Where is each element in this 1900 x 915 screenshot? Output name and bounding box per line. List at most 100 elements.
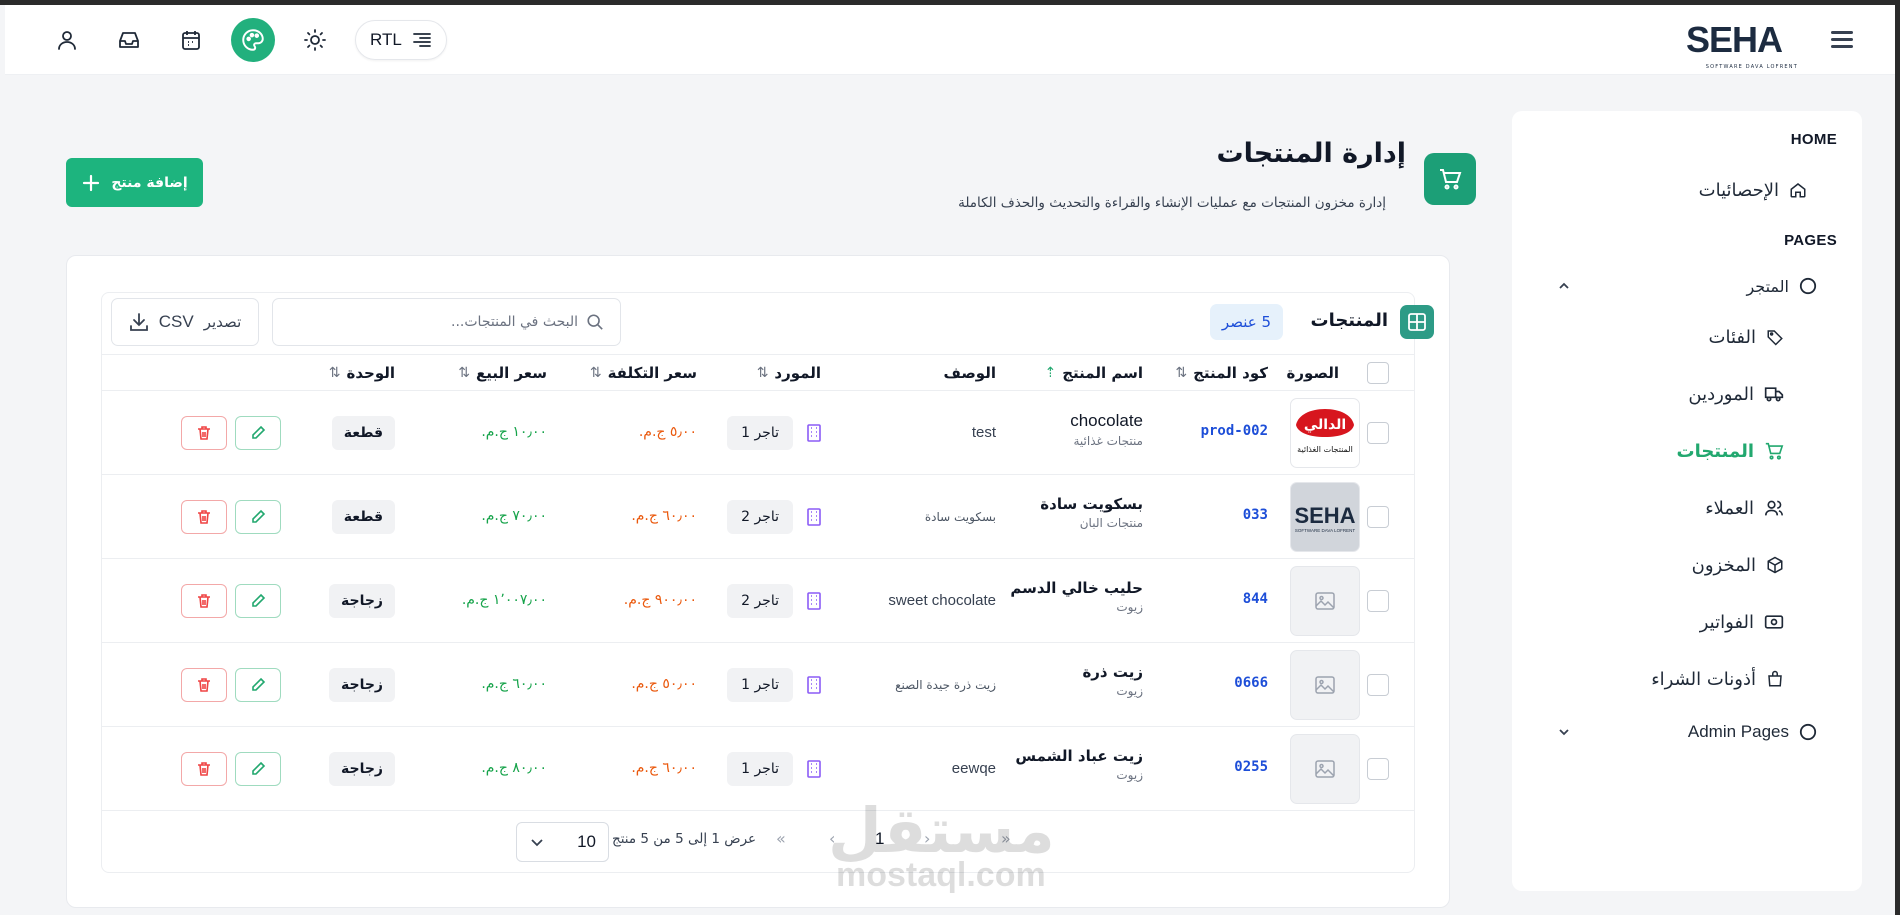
- sidebar-item-label: المتجر: [1746, 276, 1789, 296]
- placeholder-image-icon: [1315, 592, 1335, 610]
- pencil-icon: [252, 593, 266, 607]
- rtl-toggle-button[interactable]: RTL: [355, 20, 447, 60]
- export-csv-button[interactable]: تصدير CSV: [111, 298, 259, 346]
- first-page-icon[interactable]: «: [1001, 829, 1011, 848]
- sort-icon: ⇅: [1175, 365, 1188, 381]
- sidebar-item-statistics[interactable]: الإحصائيات: [1699, 175, 1807, 205]
- brand-logo[interactable]: SEHA SOFTWARE DAVA LOFRENT: [1686, 17, 1800, 70]
- sale-price: ١٬٠٠٧٫٠٠ ج.م.: [461, 592, 547, 608]
- circle-icon: [1799, 277, 1817, 295]
- search-box[interactable]: [272, 298, 621, 346]
- home-icon: [1790, 183, 1806, 198]
- product-code-link[interactable]: 0255: [1234, 759, 1268, 775]
- select-all-checkbox[interactable]: [1367, 362, 1389, 384]
- chevron-down-icon: [531, 839, 543, 847]
- product-name: chocolate: [1070, 411, 1143, 430]
- column-header-code[interactable]: كود المنتج ⇅: [1175, 364, 1268, 382]
- building-icon: [807, 592, 821, 610]
- sidebar-item-inventory[interactable]: المخزون: [1692, 550, 1784, 580]
- column-header-cost[interactable]: سعر التكلفة ⇅: [590, 364, 697, 382]
- product-name: زيت عباد الشمس: [1015, 747, 1143, 765]
- product-name: بسكويت سادة: [1040, 495, 1143, 513]
- next-page-icon[interactable]: ›: [829, 829, 835, 848]
- last-page-icon[interactable]: »: [776, 829, 786, 848]
- sidebar-item-store[interactable]: المتجر: [1746, 271, 1817, 301]
- previous-page-icon[interactable]: ‹: [924, 829, 930, 848]
- sidebar-item-customers[interactable]: العملاء: [1705, 493, 1784, 523]
- page-number-current[interactable]: 1: [875, 829, 884, 849]
- sidebar-item-invoices[interactable]: الفواتير: [1700, 607, 1784, 637]
- product-image: [1290, 566, 1360, 636]
- sale-price: ٦٠٫٠٠ ج.م.: [481, 676, 547, 692]
- building-icon: [807, 508, 821, 526]
- delete-button[interactable]: [181, 584, 227, 618]
- sort-icon: ⇅: [328, 365, 341, 381]
- page-size-select[interactable]: 10: [516, 822, 609, 862]
- row-checkbox[interactable]: [1367, 674, 1389, 696]
- product-name-cell: بسكويت سادة منتجات البان: [1040, 495, 1143, 530]
- delete-button[interactable]: [181, 416, 227, 450]
- table-header-row: الصورة كود المنتج ⇅ اسم المنتج ⇡ الوصف الم…: [102, 354, 1414, 391]
- edit-button[interactable]: [235, 584, 281, 618]
- calendar-icon[interactable]: [169, 18, 213, 62]
- add-product-label: إضافة منتج: [111, 174, 188, 191]
- banknote-icon: [1764, 615, 1784, 629]
- sidebar-item-categories[interactable]: الفئات: [1709, 322, 1784, 352]
- sidebar-item-purchase-orders[interactable]: أذونات الشراء: [1651, 664, 1784, 694]
- sidebar-item-suppliers[interactable]: الموردين: [1688, 379, 1784, 409]
- box-icon: [1767, 556, 1783, 574]
- row-checkbox[interactable]: [1367, 590, 1389, 612]
- product-code-link[interactable]: prod-002: [1201, 423, 1268, 439]
- edit-button[interactable]: [235, 500, 281, 534]
- inbox-icon[interactable]: [107, 18, 151, 62]
- column-header-supplier[interactable]: المورد ⇅: [757, 364, 821, 382]
- count-badge: 5 عنصر: [1209, 304, 1283, 340]
- column-header-name[interactable]: اسم المنتج ⇡: [1045, 364, 1144, 382]
- brand-logo-seha: SEHA SOFTWARE DAVA LOFRENT: [1294, 503, 1355, 533]
- page-title: إدارة المنتجات: [1216, 138, 1406, 169]
- product-code-link[interactable]: 0666: [1234, 675, 1268, 691]
- palette-icon[interactable]: [231, 18, 275, 62]
- column-header-sale[interactable]: سعر البيع ⇅: [458, 364, 547, 382]
- product-name-cell: زيت عباد الشمس زيوت: [1015, 747, 1143, 782]
- header-actions: RTL: [45, 18, 447, 62]
- product-code-link[interactable]: 844: [1243, 591, 1268, 607]
- edit-button[interactable]: [235, 416, 281, 450]
- sidebar-item-products[interactable]: المنتجات: [1676, 436, 1784, 466]
- unit-chip: زجاجة: [329, 668, 395, 702]
- delete-button[interactable]: [181, 500, 227, 534]
- edit-button[interactable]: [235, 752, 281, 786]
- row-checkbox[interactable]: [1367, 506, 1389, 528]
- sun-icon[interactable]: [293, 18, 337, 62]
- svg-text:المنتجات الغذائية: المنتجات الغذائية: [1297, 445, 1353, 454]
- tag-icon: [1767, 330, 1783, 346]
- cost-price: ٥٠٫٠٠ ج.م.: [631, 676, 697, 692]
- delete-button[interactable]: [181, 668, 227, 702]
- supplier-cell: تاجر 1: [727, 668, 821, 702]
- trash-icon: [198, 678, 210, 692]
- search-input[interactable]: [283, 314, 578, 330]
- sidebar-item-label: المنتجات: [1676, 440, 1754, 462]
- table-row: 0255 زيت عباد الشمس زيوت eewqe تاجر 1 ٦٠…: [102, 727, 1414, 811]
- product-image: [1290, 734, 1360, 804]
- edit-button[interactable]: [235, 668, 281, 702]
- menu-icon[interactable]: [1829, 28, 1855, 50]
- product-code-link[interactable]: 033: [1243, 507, 1268, 523]
- pencil-icon: [252, 761, 266, 775]
- sidebar-item-label: العملاء: [1705, 497, 1754, 519]
- trash-icon: [198, 510, 210, 524]
- delete-button[interactable]: [181, 752, 227, 786]
- column-header-unit[interactable]: الوحدة ⇅: [329, 364, 395, 382]
- row-checkbox[interactable]: [1367, 422, 1389, 444]
- sidebar-section-pages: PAGES: [1784, 232, 1837, 249]
- chevron-down-icon[interactable]: [1557, 725, 1571, 739]
- svg-text:الدالي: الدالي: [1304, 417, 1346, 433]
- top-header: SEHA SOFTWARE DAVA LOFRENT RTL: [5, 5, 1895, 75]
- sidebar-item-admin-pages[interactable]: Admin Pages: [1688, 717, 1817, 747]
- sale-price: ٧٠٫٠٠ ج.م.: [481, 508, 547, 524]
- user-icon[interactable]: [45, 18, 89, 62]
- circle-icon: [1799, 723, 1817, 741]
- chevron-up-icon[interactable]: [1557, 279, 1571, 293]
- add-product-button[interactable]: إضافة منتج: [66, 158, 203, 207]
- row-checkbox[interactable]: [1367, 758, 1389, 780]
